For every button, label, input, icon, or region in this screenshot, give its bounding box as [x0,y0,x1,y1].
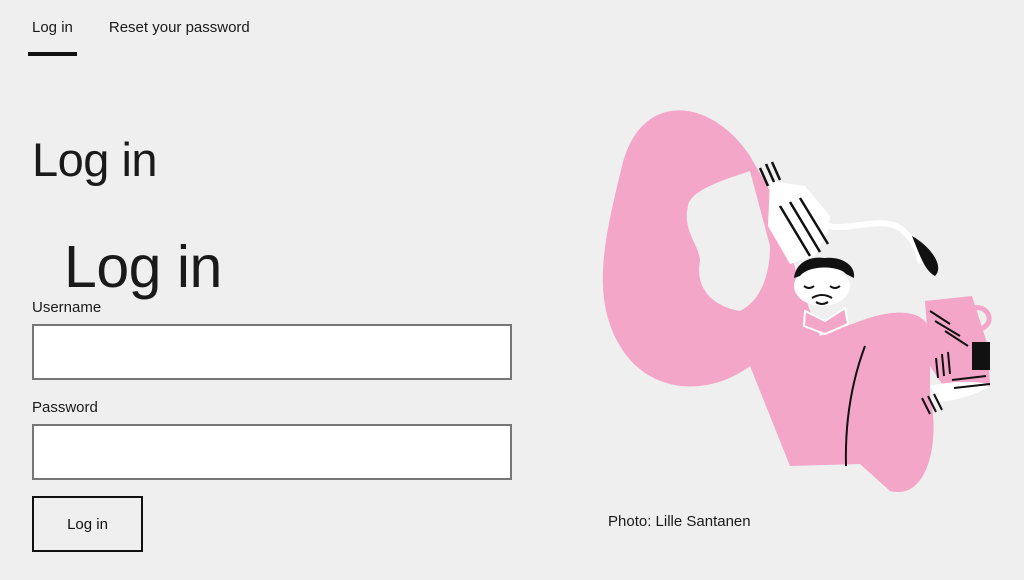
password-label: Password [32,399,98,416]
tab-reset-password[interactable]: Reset your password [105,0,254,56]
username-input[interactable] [32,324,512,380]
tab-log-in[interactable]: Log in [28,0,77,56]
photo-credit: Photo: Lille Santanen [608,513,751,530]
username-label: Username [32,299,102,316]
illustration-pour-line [825,220,923,264]
log-in-button[interactable]: Log in [32,496,143,552]
form-title: Log in [64,234,222,300]
person-pouring-coffee-illustration [602,110,992,493]
auth-tabs: Log in Reset your password [28,0,254,56]
password-input[interactable] [32,424,512,480]
page-title: Log in [32,133,158,186]
illustration-cup-accent [972,342,990,370]
